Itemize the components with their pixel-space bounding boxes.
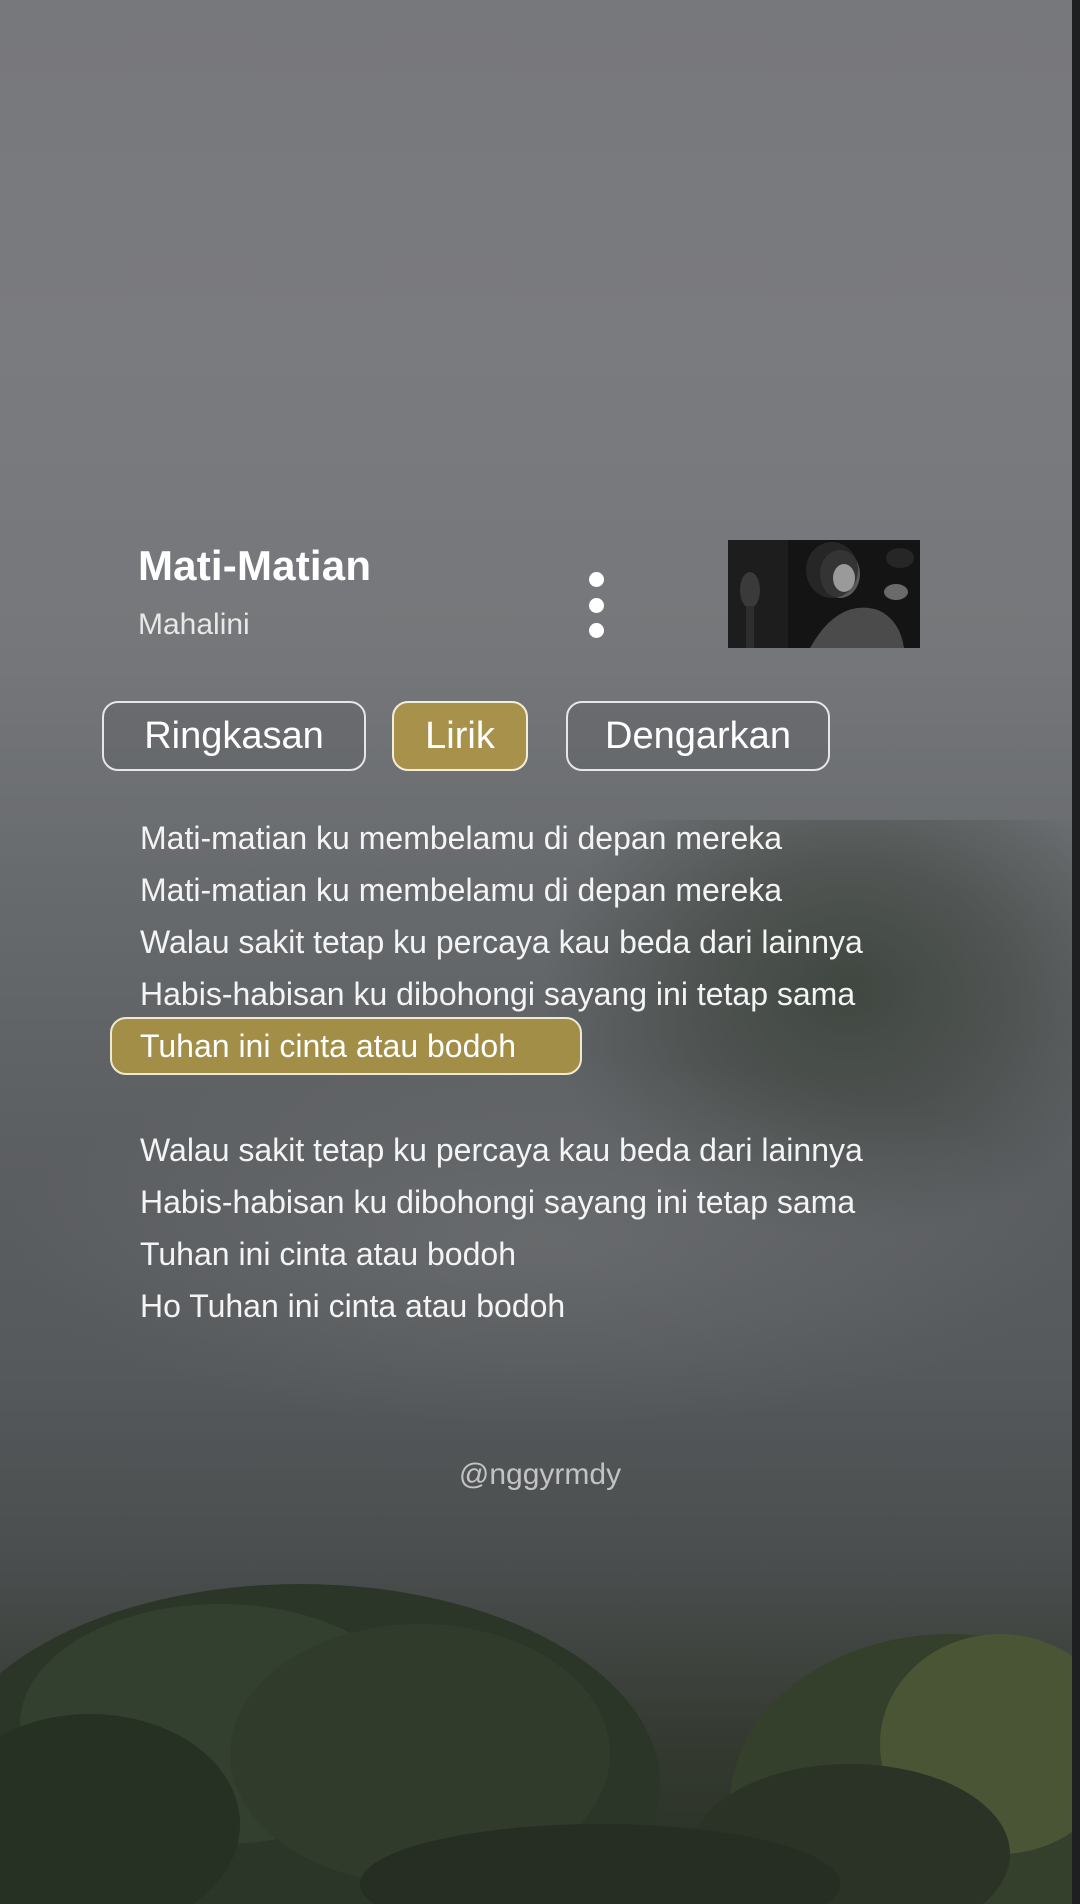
song-title: Mati-Matian	[138, 542, 372, 589]
lyrics-panel: Mati-matian ku membelamu di depan mereka…	[110, 812, 863, 1332]
lyric-line[interactable]: Ho Tuhan ini cinta atau bodoh	[140, 1280, 863, 1332]
more-vertical-icon-dot	[588, 597, 604, 613]
artist-name[interactable]: Mahalini	[138, 608, 371, 642]
tab-lirik[interactable]: Lirik	[392, 701, 528, 771]
lyric-line[interactable]: Walau sakit tetap ku percaya kau beda da…	[140, 916, 863, 968]
lyric-line[interactable]: Walau sakit tetap ku percaya kau beda da…	[140, 1124, 863, 1176]
lyric-line-active[interactable]: Tuhan ini cinta atau bodoh	[110, 1017, 863, 1075]
watermark: @nggyrmdy	[458, 1458, 622, 1491]
more-vertical-icon	[588, 572, 604, 587]
lyric-line[interactable]: Habis-habisan ku dibohongi sayang ini te…	[140, 1176, 863, 1228]
background-trees	[0, 1524, 1080, 1904]
lyric-line[interactable]: Tuhan ini cinta atau bodoh	[140, 1228, 863, 1280]
lyric-line[interactable]: Mati-matian ku membelamu di depan mereka	[140, 864, 863, 916]
more-options-button[interactable]	[578, 572, 614, 638]
lyric-spacer	[140, 1072, 863, 1124]
more-vertical-icon-dot	[588, 623, 604, 638]
tab-bar: Ringkasan Lirik Dengarkan	[0, 701, 1080, 775]
lyric-line[interactable]: Habis-habisan ku dibohongi sayang ini te…	[140, 968, 863, 1020]
album-art[interactable]	[728, 540, 920, 648]
song-header: Mati-Matian Mahalini	[138, 542, 371, 642]
lyric-line[interactable]: Mati-matian ku membelamu di depan mereka	[140, 812, 863, 864]
tab-ringkasan[interactable]: Ringkasan	[102, 701, 366, 771]
tab-dengarkan[interactable]: Dengarkan	[566, 701, 830, 771]
screen-edge	[1072, 0, 1080, 1904]
